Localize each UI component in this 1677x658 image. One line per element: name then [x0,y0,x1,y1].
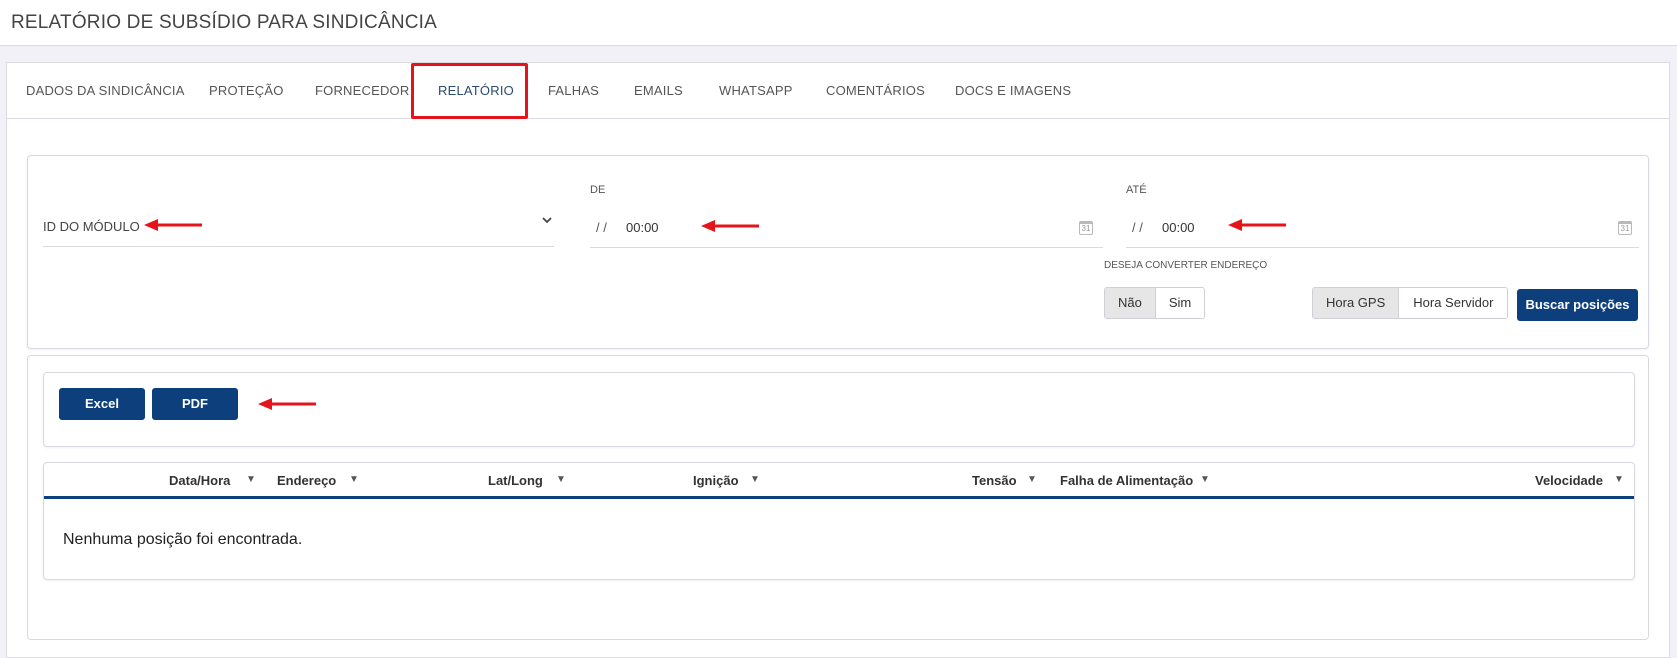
chevron-down-icon[interactable] [541,214,553,229]
tab-comentarios[interactable]: COMENTÁRIOS [826,63,925,119]
column-endereco[interactable]: Endereço [277,473,336,488]
date-from-time: 00:00 [626,220,659,235]
hora-servidor-button[interactable]: Hora Servidor [1398,288,1508,318]
date-from-date: / / [596,220,607,235]
sort-caret-icon[interactable]: ▼ [349,474,359,485]
tab-bar: DADOS DA SINDICÂNCIA PROTEÇÃO FORNECEDOR… [7,63,1669,119]
date-from-underline [590,247,1103,248]
column-tensao[interactable]: Tensão [972,473,1017,488]
table-header: Data/Hora ▼ Endereço ▼ Lat/Long ▼ Igniçã… [44,463,1634,499]
annotation-arrow-icon [144,219,202,231]
annotation-arrow-icon [1228,219,1286,231]
results-panel: Excel PDF Data/Hora ▼ Endereço ▼ Lat/Lon… [27,355,1649,640]
main-card: DADOS DA SINDICÂNCIA PROTEÇÃO FORNECEDOR… [6,62,1670,658]
module-select-placeholder: ID DO MÓDULO [43,219,140,234]
column-falha-alimentacao[interactable]: Falha de Alimentação [1060,473,1193,488]
pdf-button[interactable]: PDF [152,388,238,420]
search-positions-button[interactable]: Buscar posições [1517,289,1638,321]
annotation-arrow-icon [701,220,759,232]
date-to-time: 00:00 [1162,220,1195,235]
calendar-icon[interactable]: 31 [1618,221,1632,235]
calendar-icon[interactable]: 31 [1079,221,1093,235]
column-velocidade[interactable]: Velocidade [1535,473,1603,488]
empty-message: Nenhuma posição foi encontrada. [63,531,303,548]
sort-caret-icon[interactable]: ▼ [556,474,566,485]
positions-table: Data/Hora ▼ Endereço ▼ Lat/Long ▼ Igniçã… [43,462,1635,580]
date-to-label: ATÉ [1126,184,1147,196]
tab-dados-sindicancia[interactable]: DADOS DA SINDICÂNCIA [26,63,185,119]
sort-caret-icon[interactable]: ▼ [1200,474,1210,485]
active-tab-highlight [411,63,528,119]
filter-panel: ID DO MÓDULO DE / / 00:00 31 ATÉ / / 00:… [27,155,1649,349]
column-data-hora[interactable]: Data/Hora [169,473,230,488]
date-to-date: / / [1132,220,1143,235]
annotation-arrow-icon [258,398,316,410]
date-from-label: DE [590,184,606,196]
page-header: RELATÓRIO DE SUBSÍDIO PARA SINDICÂNCIA [0,0,1677,46]
export-bar: Excel PDF [43,372,1635,447]
module-select-underline [43,246,554,247]
sort-caret-icon[interactable]: ▼ [246,474,256,485]
page-title: RELATÓRIO DE SUBSÍDIO PARA SINDICÂNCIA [11,12,438,33]
tab-falhas[interactable]: FALHAS [548,63,599,119]
column-lat-long[interactable]: Lat/Long [488,473,543,488]
excel-button[interactable]: Excel [59,388,145,420]
sort-caret-icon[interactable]: ▼ [1027,474,1037,485]
sort-caret-icon[interactable]: ▼ [1614,474,1624,485]
tab-emails[interactable]: EMAILS [634,63,683,119]
time-source-toggle: Hora GPS Hora Servidor [1312,287,1509,319]
date-to-underline [1126,247,1639,248]
convert-address-toggle: Não Sim [1104,287,1206,319]
tab-fornecedor[interactable]: FORNECEDOR [315,63,409,119]
hora-gps-button[interactable]: Hora GPS [1313,288,1399,318]
convert-address-label: DESEJA CONVERTER ENDEREÇO [1104,260,1268,271]
tab-docs-imagens[interactable]: DOCS E IMAGENS [955,63,1071,119]
tab-protecao[interactable]: PROTEÇÃO [209,63,284,119]
convert-yes-button[interactable]: Sim [1154,288,1205,318]
tab-whatsapp[interactable]: WHATSAPP [719,63,793,119]
sort-caret-icon[interactable]: ▼ [750,474,760,485]
convert-no-button[interactable]: Não [1105,288,1155,318]
column-ignicao[interactable]: Ignição [693,473,739,488]
